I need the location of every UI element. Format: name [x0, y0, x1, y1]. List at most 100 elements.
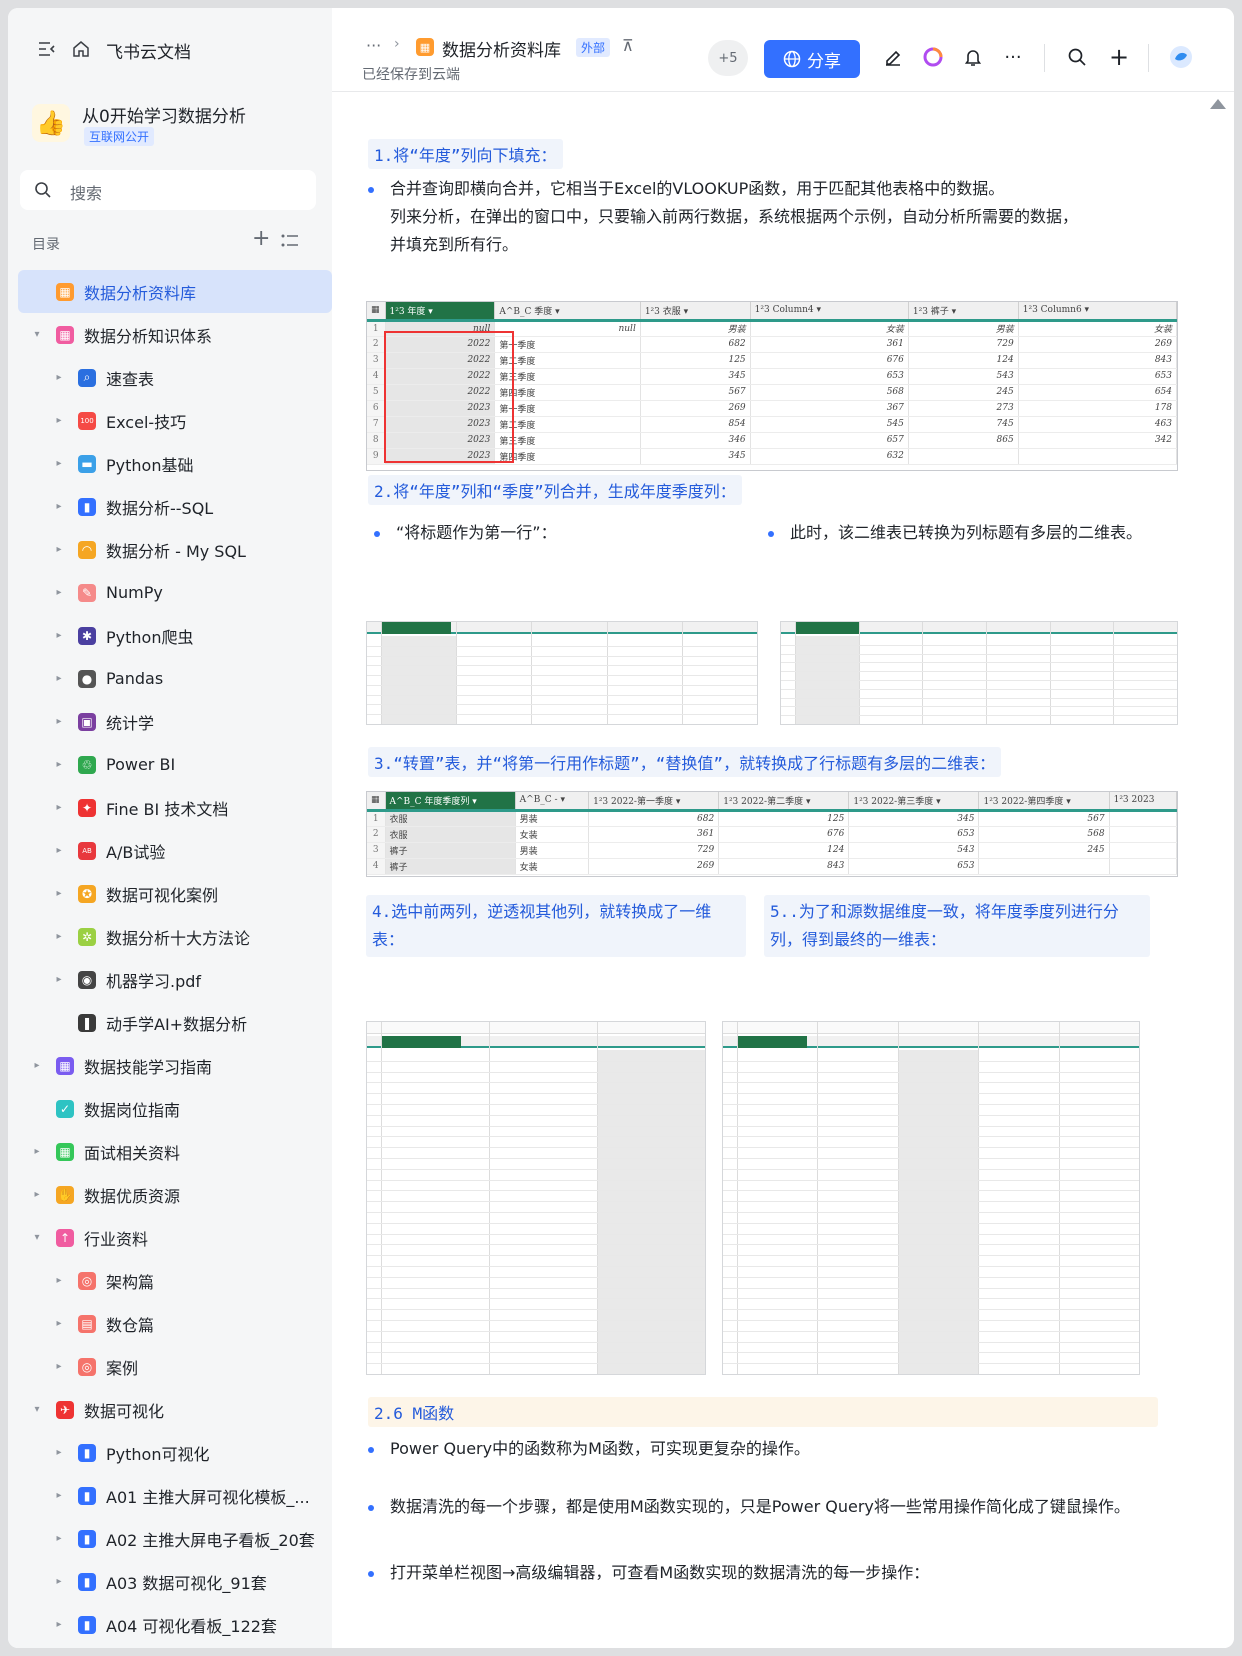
chevron-right-icon[interactable]: ▸: [52, 931, 66, 942]
bullet-text: Power Query中的函数称为M函数，可实现更复杂的操作。: [390, 1439, 810, 1458]
toc-item[interactable]: ▸ ⌕ 速查表: [18, 356, 332, 399]
toc-item-label: Pandas: [106, 669, 164, 688]
chevron-right-icon[interactable]: ▸: [52, 1275, 66, 1286]
chevron-right-icon[interactable]: ▸: [52, 1361, 66, 1372]
chevron-right-icon[interactable]: ▸: [52, 974, 66, 985]
toc-item[interactable]: ❚ 动手学AI+数据分析: [18, 1001, 332, 1044]
grid-line: [723, 1233, 1139, 1235]
grid-corner: ▦: [367, 302, 386, 322]
toc-item-label: 统计学: [106, 713, 155, 733]
toc-item[interactable]: ▸ ▮ A03 数据可视化_91套: [18, 1560, 332, 1603]
add-icon[interactable]: +: [252, 228, 270, 250]
toc-item[interactable]: ▸ ▮ A01 主推大屏可视化模板_...: [18, 1474, 332, 1517]
toc-item[interactable]: ▾ ▦ 数据分析知识体系: [18, 313, 332, 356]
doc-title[interactable]: 数据分析资料库: [442, 36, 561, 61]
search-box[interactable]: 搜索: [20, 170, 316, 210]
ai-assistant-icon[interactable]: [920, 44, 946, 70]
grid-line: [1177, 622, 1178, 724]
grid-line: [723, 1168, 1139, 1170]
chevron-right-icon[interactable]: ▸: [52, 1490, 66, 1501]
chevron-right-icon[interactable]: ▸: [52, 845, 66, 856]
data-grid: ▦ A^B_C 年度季度列 ▾ A^B_C - ▾ 1²3 2022-第一季度 ▾ 1²…: [367, 792, 1177, 875]
toc-item[interactable]: ▸ ◎ 案例: [18, 1345, 332, 1388]
avatar[interactable]: [1168, 44, 1194, 70]
chevron-right-icon[interactable]: ▸: [52, 1619, 66, 1630]
chevron-right-icon[interactable]: ▸: [52, 1576, 66, 1587]
chevron-right-icon[interactable]: ▸: [52, 630, 66, 641]
chevron-right-icon[interactable]: ▸: [52, 587, 66, 598]
chevron-right-icon[interactable]: ▸: [52, 372, 66, 383]
chevron-right-icon[interactable]: ▸: [52, 888, 66, 899]
grid-line: [367, 1082, 705, 1084]
home-icon[interactable]: [70, 38, 92, 60]
toc-item[interactable]: ▸ ▬ Python基础: [18, 442, 332, 485]
toc-item[interactable]: ▸ ● Pandas: [18, 657, 332, 700]
chevron-down-icon[interactable]: ▾: [30, 1404, 44, 1415]
grid-line: [367, 1233, 705, 1235]
table-row: 5 2022 第四季度 567 568 245 654: [367, 384, 1177, 401]
scroll-up-icon[interactable]: [1210, 99, 1226, 109]
page-icon: ▦: [56, 282, 74, 301]
share-button[interactable]: 分享: [764, 40, 860, 78]
chevron-right-icon[interactable]: ▸: [30, 1060, 44, 1071]
toc-item[interactable]: ▸ ✲ 数据分析十大方法论: [18, 915, 332, 958]
toc-item[interactable]: ▸ ◎ 架构篇: [18, 1259, 332, 1302]
toc-item[interactable]: ▸ ✎ NumPy: [18, 571, 332, 614]
table-cell: 1: [367, 810, 386, 827]
chevron-right-icon[interactable]: ▸: [52, 802, 66, 813]
chevron-right-icon[interactable]: ▸: [52, 1533, 66, 1544]
toc-item[interactable]: ▾ ↑ 行业资料: [18, 1216, 332, 1259]
toc-item[interactable]: ▸ 100 Excel-技巧: [18, 399, 332, 442]
workspace-title[interactable]: 从0开始学习数据分析: [82, 102, 246, 127]
chevron-down-icon[interactable]: ▾: [30, 1232, 44, 1243]
toc-item[interactable]: ▾ ✈ 数据可视化: [18, 1388, 332, 1431]
toc-item[interactable]: ✓ 数据岗位指南: [18, 1087, 332, 1130]
chevron-right-icon[interactable]: ▸: [52, 544, 66, 555]
toc-item[interactable]: ▦ 数据分析资料库: [18, 270, 332, 313]
chevron-right-icon[interactable]: ▸: [52, 1318, 66, 1329]
chevron-right-icon[interactable]: ▸: [52, 1447, 66, 1458]
chevron-right-icon[interactable]: ▸: [30, 1146, 44, 1157]
toc-item[interactable]: ▸ ▮ Python可视化: [18, 1431, 332, 1474]
new-doc-icon[interactable]: +: [1106, 43, 1132, 71]
toc-item[interactable]: ▸ ◠ 数据分析 - My SQL: [18, 528, 332, 571]
toc-item[interactable]: ▸ ✦ Fine BI 技术文档: [18, 786, 332, 829]
toc-item[interactable]: ▸ ✱ Python爬虫: [18, 614, 332, 657]
toc-item[interactable]: ▸ ◉ 机器学习.pdf: [18, 958, 332, 1001]
chevron-right-icon[interactable]: ▸: [30, 1189, 44, 1200]
toc-item[interactable]: ▸ ▦ 面试相关资料: [18, 1130, 332, 1173]
page-icon: ✓: [56, 1099, 74, 1118]
toc-item[interactable]: ▸ AB A/B试验: [18, 829, 332, 872]
table-row: 4 裤子 女装 269 843 653: [367, 858, 1177, 875]
chevron-right-icon[interactable]: ▸: [52, 501, 66, 512]
app-name[interactable]: 飞书云文档: [106, 38, 191, 63]
table-cell: 9: [367, 448, 386, 465]
chevron-right-icon[interactable]: ▸: [52, 673, 66, 684]
bell-icon[interactable]: [960, 44, 986, 70]
chevron-right-icon[interactable]: ▸: [52, 759, 66, 770]
grid-line: [367, 1363, 705, 1365]
toc-item[interactable]: ▸ ▤ 数仓篇: [18, 1302, 332, 1345]
pin-icon[interactable]: ⊼: [622, 36, 634, 55]
chevron-right-icon[interactable]: ▸: [52, 415, 66, 426]
grid-line: [367, 675, 757, 677]
sidebar-collapse-icon[interactable]: [36, 38, 58, 60]
toc-item[interactable]: ▸ ♲ Power BI: [18, 743, 332, 786]
more-icon[interactable]: ···: [1000, 44, 1026, 70]
toc-item[interactable]: ▸ ▮ A02 主推大屏电子看板_20套: [18, 1517, 332, 1560]
chevron-right-icon[interactable]: ▸: [52, 716, 66, 727]
chevron-down-icon[interactable]: ▾: [30, 329, 44, 340]
collaborators-count[interactable]: +5: [708, 40, 748, 76]
toc-list-icon[interactable]: [280, 232, 300, 250]
toc-item[interactable]: ▸ ✪ 数据可视化案例: [18, 872, 332, 915]
toc-item[interactable]: ▸ ▮ 数据分析--SQL: [18, 485, 332, 528]
toc-item[interactable]: ▸ ▮ A04 可视化看板_122套: [18, 1603, 332, 1646]
search-icon[interactable]: [1064, 44, 1090, 70]
edit-icon[interactable]: [880, 44, 906, 70]
toc-item[interactable]: ▸ ▦ 数据技能学习指南: [18, 1044, 332, 1087]
toc-item[interactable]: ▸ ✋ 数据优质资源: [18, 1173, 332, 1216]
toc-item[interactable]: ▸ ▣ 统计学: [18, 700, 332, 743]
grid-line: [1139, 1022, 1140, 1374]
breadcrumb-more[interactable]: ···: [366, 36, 381, 55]
chevron-right-icon[interactable]: ▸: [52, 458, 66, 469]
